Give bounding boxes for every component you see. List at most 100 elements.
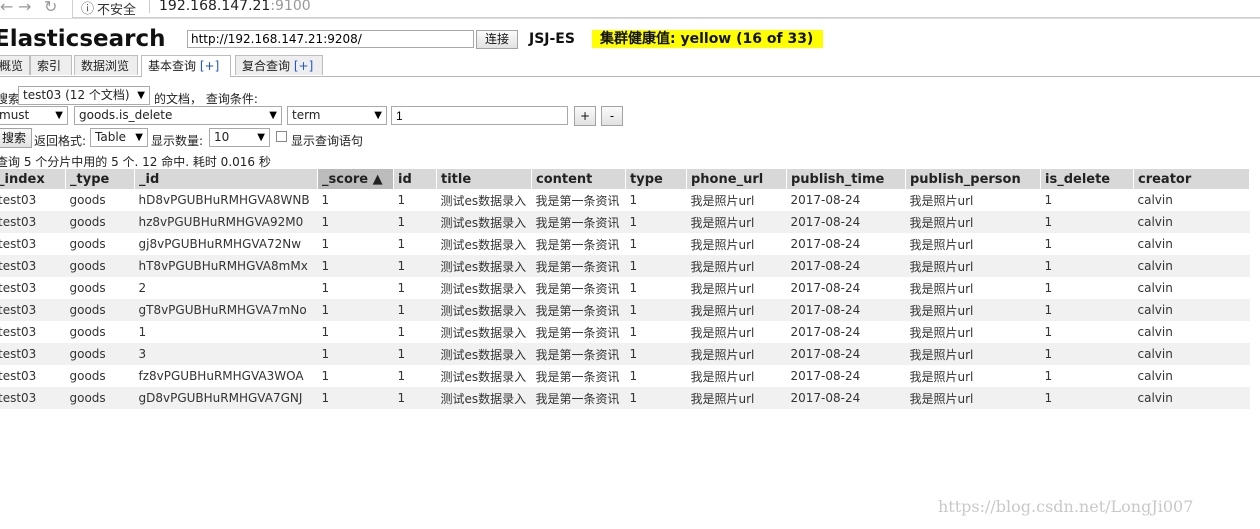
table-cell: calvin <box>1133 255 1250 277</box>
tab-label: 概览 <box>0 59 24 73</box>
dropdown-arrow-icon: ▼ <box>135 132 143 143</box>
table-cell: test03 <box>0 237 37 251</box>
table-cell: test03 <box>0 193 37 207</box>
insecure-label: 不安全 <box>97 3 137 18</box>
table-row[interactable]: test03 goods gD8vPGUBHuRMHGVA7GNJ 1 1 测试es数据录… <box>0 387 1250 409</box>
operator-select[interactable]: term ▼ <box>287 106 387 125</box>
table-cell: calvin <box>1137 325 1173 339</box>
column-header-type-field[interactable]: type <box>625 169 687 189</box>
table-cell: goods <box>69 237 106 251</box>
table-cell: test03 <box>0 343 66 365</box>
column-header-publish-person[interactable]: publish_person <box>905 169 1041 189</box>
tab-basic-query[interactable]: 基本查询 [+] <box>141 55 231 77</box>
add-condition-button[interactable]: + <box>574 106 596 126</box>
table-cell: goods <box>69 193 106 207</box>
tab-add-link[interactable]: [+] <box>200 59 219 73</box>
tab-indices[interactable]: 索引 <box>30 55 72 75</box>
column-header-id[interactable]: _id <box>134 169 318 189</box>
table-cell: 1 <box>1040 255 1134 277</box>
table-row[interactable]: test03 goods hD8vPGUBHuRMHGVA8WNB 1 1 测试es数据录… <box>0 189 1250 211</box>
table-cell: calvin <box>1137 281 1173 295</box>
search-button[interactable]: 搜索 <box>0 128 32 148</box>
table-cell: 1 <box>1040 343 1134 365</box>
table-cell: goods <box>65 343 135 365</box>
format-select[interactable]: Table ▼ <box>90 128 148 147</box>
table-cell: 1 <box>629 193 638 207</box>
tab-compound-query[interactable]: 复合查询 [+] <box>235 55 323 75</box>
query-value-input[interactable] <box>391 106 568 125</box>
dropdown-arrow-icon: ▼ <box>55 110 63 121</box>
table-cell: 1 <box>397 193 406 207</box>
column-header-is-delete[interactable]: is_delete <box>1040 169 1134 189</box>
table-cell: 1 <box>397 369 406 383</box>
column-header-content[interactable]: content <box>531 169 626 189</box>
bool-select[interactable]: must ▼ <box>0 106 68 125</box>
tab-add-link[interactable]: [+] <box>294 59 313 73</box>
index-select-value: test03 (12 个文档) <box>23 88 130 102</box>
info-icon[interactable]: ⓘ <box>81 0 94 17</box>
table-row[interactable]: test03 goods fz8vPGUBHuRMHGVA3WOA 1 1 测试es数据录… <box>0 365 1250 387</box>
table-row[interactable]: test03 goods hz8vPGUBHuRMHGVA92M0 1 1 测试es数据录… <box>0 211 1250 233</box>
column-header-creator[interactable]: creator <box>1133 169 1250 189</box>
table-cell: 2017-08-24 <box>790 237 861 251</box>
table-cell: 我是照片url <box>690 281 755 296</box>
table-cell: 2017-08-24 <box>790 369 861 383</box>
column-header-score[interactable]: _score ▲ <box>317 169 394 189</box>
back-icon[interactable]: ← <box>0 0 13 16</box>
column-header-type[interactable]: _type <box>65 169 135 189</box>
table-cell: calvin <box>1133 343 1250 365</box>
tab-overview[interactable]: 概览 <box>0 55 30 75</box>
show-query-checkbox[interactable] <box>276 131 287 142</box>
column-header-title[interactable]: title <box>436 169 532 189</box>
column-header-publish-time[interactable]: publish_time <box>786 169 906 189</box>
table-cell: 1 <box>625 255 687 277</box>
table-cell: 我是照片url <box>905 211 1041 233</box>
table-cell: goods <box>69 369 106 383</box>
docs-condition-label: 的文档， 查询条件: <box>154 92 258 106</box>
table-row[interactable]: test03 goods hT8vPGUBHuRMHGVA8mMx 1 1 测试es数据录… <box>0 255 1250 277</box>
table-cell: 1 <box>317 299 394 321</box>
table-cell: 我是第一条资讯 <box>531 343 626 365</box>
table-cell: 1 <box>321 193 330 207</box>
table-cell: 1 <box>321 369 330 383</box>
tab-browser[interactable]: 数据浏览 <box>74 55 138 75</box>
search-label: 搜索 <box>0 92 21 106</box>
table-cell: goods <box>65 387 135 409</box>
dropdown-arrow-icon: ▼ <box>374 110 382 121</box>
table-cell: 1 <box>138 325 147 339</box>
remove-condition-button[interactable]: - <box>601 106 623 126</box>
field-select-value: goods.is_delete <box>79 108 173 122</box>
connect-button[interactable]: 连接 <box>476 30 518 49</box>
table-cell: goods <box>69 325 106 339</box>
field-select[interactable]: goods.is_delete ▼ <box>74 106 282 125</box>
forward-icon[interactable]: → <box>18 0 31 16</box>
reload-icon[interactable]: ↻ <box>44 0 57 16</box>
index-select[interactable]: test03 (12 个文档) ▼ <box>18 86 150 105</box>
size-select[interactable]: 10 ▼ <box>209 128 270 147</box>
column-header-phone-url[interactable]: phone_url <box>686 169 787 189</box>
table-cell: 1 <box>393 343 437 365</box>
column-header-id-field[interactable]: id <box>393 169 437 189</box>
table-cell: 我是照片url <box>686 387 787 409</box>
table-cell: 1 <box>629 281 638 295</box>
table-row[interactable]: test03 goods gj8vPGUBHuRMHGVA72Nw 1 1 测试es数据录… <box>0 233 1250 255</box>
results-body: test03 goods hD8vPGUBHuRMHGVA8WNB 1 1 测试es数据录… <box>0 189 1250 409</box>
format-label: 返回格式: <box>34 134 87 148</box>
table-row[interactable]: test03 goods 1 1 1 测试es数据录入 我是第一条资讯 1 我是照片url 201… <box>0 321 1250 343</box>
table-cell: 2017-08-24 <box>786 343 906 365</box>
table-cell: 1 <box>321 237 330 251</box>
table-cell: 1 <box>1044 325 1053 339</box>
table-cell: 我是照片url <box>909 325 974 340</box>
table-row[interactable]: test03 goods gT8vPGUBHuRMHGVA7mNo 1 1 测试es数据录… <box>0 299 1250 321</box>
column-header-index[interactable]: _index <box>0 169 66 189</box>
table-cell: 1 <box>625 387 687 409</box>
table-cell: 测试es数据录入 <box>440 325 527 340</box>
table-row[interactable]: test03 goods 3 1 1 测试es数据录入 我是第一条资讯 1 我是照片url 201… <box>0 343 1250 365</box>
table-row[interactable]: test03 goods 2 1 1 测试es数据录入 我是第一条资讯 1 我是照片url 201… <box>0 277 1250 299</box>
address-bar[interactable]: ⓘ 不安全 192.168.147.21:9100 <box>72 0 1260 18</box>
tab-label: 索引 <box>37 59 62 73</box>
table-cell: 我是照片url <box>690 193 755 208</box>
connect-url-input[interactable] <box>187 30 474 48</box>
dropdown-arrow-icon: ▼ <box>137 90 145 101</box>
table-cell: 我是第一条资讯 <box>535 369 620 384</box>
